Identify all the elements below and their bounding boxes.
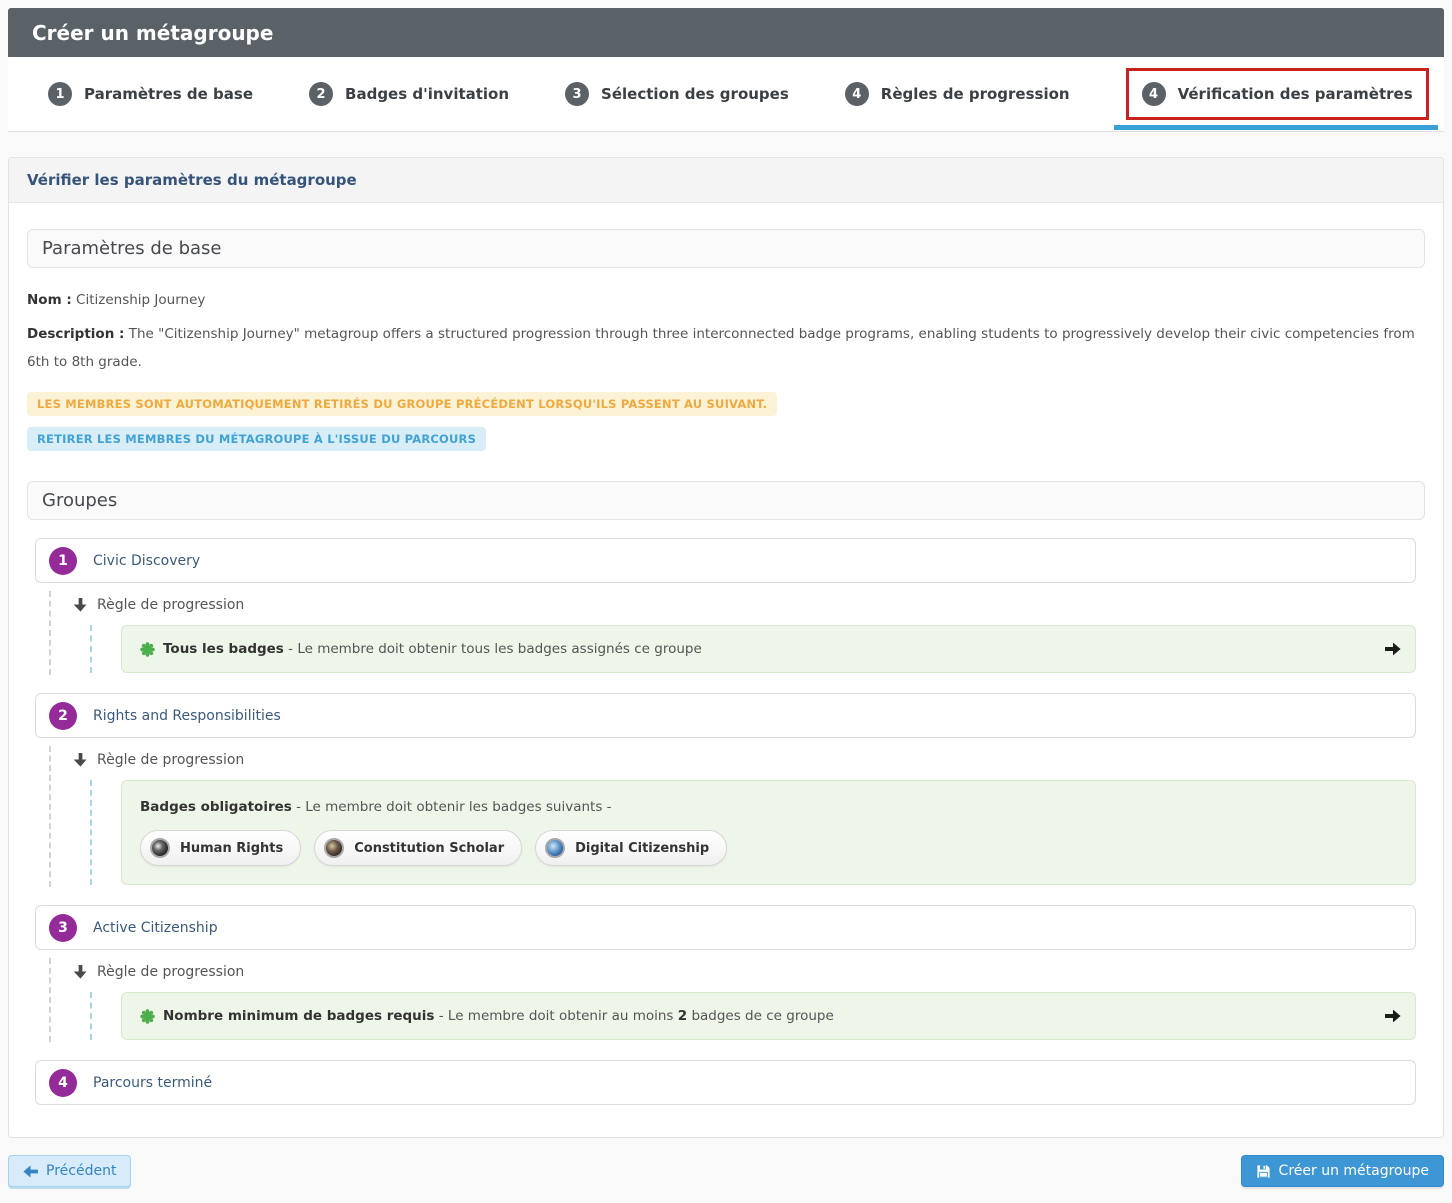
- rule-block: Règle de progression Badges obligatoires…: [49, 738, 1425, 887]
- rule-min-count: 2: [677, 1008, 688, 1024]
- rule-text-suffix: badges de ce groupe: [687, 1008, 834, 1024]
- group-number-badge: 1: [49, 546, 77, 575]
- step-number-badge: 4: [844, 82, 869, 106]
- badge-pill-human-rights: Human Rights: [140, 830, 302, 866]
- window-title: Créer un métagroupe: [8, 8, 1444, 57]
- step-number-badge: 3: [565, 82, 590, 106]
- step-selection-des-groupes[interactable]: 3 Sélection des groupes: [565, 82, 789, 106]
- rule-body: Nombre minimum de badges requis - Le mem…: [90, 992, 1416, 1040]
- description-value: The "Citizenship Journey" metagroup offe…: [27, 326, 1415, 370]
- arrow-left-icon: [23, 1165, 38, 1178]
- step-verification-des-parametres-active-highlight[interactable]: 4 Vérification des paramètres: [1113, 68, 1438, 130]
- page-title: Créer un métagroupe: [32, 20, 274, 45]
- group-name: Active Citizenship: [93, 919, 218, 936]
- step-label: Vérification des paramètres: [1177, 85, 1413, 103]
- arrow-right-icon[interactable]: [1385, 642, 1401, 656]
- group-row-active-citizenship[interactable]: 3 Active Citizenship: [35, 905, 1416, 950]
- previous-button[interactable]: Précédent: [8, 1155, 132, 1187]
- step-regles-de-progression[interactable]: 4 Règles de progression: [844, 82, 1070, 106]
- step-badges-invitation[interactable]: 2 Badges d'invitation: [309, 82, 509, 106]
- create-metagroup-button-label: Créer un métagroupe: [1278, 1163, 1429, 1179]
- rule-title: Badges obligatoires: [140, 799, 292, 815]
- group-number-badge: 4: [49, 1068, 77, 1097]
- remove-members-info-badge: RETIRER LES MEMBRES DU MÉTAGROUPE À L'IS…: [27, 427, 487, 451]
- wizard-steps: 1 Paramètres de base 2 Badges d'invitati…: [8, 57, 1444, 132]
- section-title-parametres-de-base: Paramètres de base: [27, 229, 1425, 268]
- rule-text: - Le membre doit obtenir tous les badges…: [288, 641, 702, 657]
- name-row: Nom : Citizenship Journey: [27, 292, 1425, 308]
- step-label: Badges d'invitation: [345, 85, 510, 103]
- rule-box-nombre-minimum[interactable]: Nombre minimum de badges requis - Le mem…: [121, 992, 1416, 1040]
- badge-pill-label: Constitution Scholar: [354, 840, 505, 856]
- arrow-down-icon: [74, 598, 87, 612]
- rule-header-label: Règle de progression: [97, 964, 245, 980]
- badge-image-icon: [150, 838, 170, 858]
- rule-block: Règle de progression Nombre minimum de b…: [49, 950, 1425, 1042]
- group-number-badge: 2: [49, 701, 77, 730]
- group-row-parcours-termine[interactable]: 4 Parcours terminé: [35, 1060, 1416, 1105]
- step-label: Sélection des groupes: [601, 85, 789, 103]
- rule-header-label: Règle de progression: [97, 752, 245, 768]
- rule-text: - Le membre doit obtenir les badges suiv…: [296, 799, 612, 815]
- rule-header: Règle de progression: [74, 597, 1425, 613]
- arrow-down-icon: [74, 965, 87, 979]
- create-metagroup-button[interactable]: Créer un métagroupe: [1240, 1155, 1444, 1187]
- name-value: Citizenship Journey: [76, 292, 206, 308]
- rule-box-tous-les-badges[interactable]: Tous les badges - Le membre doit obtenir…: [121, 625, 1416, 673]
- step-label: Règles de progression: [880, 85, 1070, 103]
- group-name: Civic Discovery: [93, 552, 201, 569]
- auto-removal-warning-badge: LES MEMBRES SONT AUTOMATIQUEMENT RETIRÉS…: [27, 392, 778, 416]
- name-label: Nom :: [27, 292, 72, 308]
- panel-body: Paramètres de base Nom : Citizenship Jou…: [9, 203, 1443, 1137]
- group-number-badge: 3: [49, 913, 77, 942]
- group-row-civic-discovery[interactable]: 1 Civic Discovery: [35, 538, 1416, 583]
- badge-pill-label: Human Rights: [180, 840, 284, 856]
- rule-header-label: Règle de progression: [97, 597, 245, 613]
- rule-box-badges-obligatoires: Badges obligatoires - Le membre doit obt…: [121, 780, 1416, 885]
- group-row-rights-and-responsibilities[interactable]: 2 Rights and Responsibilities: [35, 693, 1416, 738]
- footer-actions: Précédent Créer un métagroupe: [8, 1155, 1444, 1187]
- rule-block: Règle de progression Tous les badges - L…: [49, 583, 1425, 675]
- arrow-right-icon[interactable]: [1385, 1009, 1401, 1023]
- badge-seal-icon: [140, 1008, 155, 1024]
- badge-image-icon: [324, 838, 345, 858]
- badge-seal-icon: [140, 641, 155, 657]
- rule-header: Règle de progression: [74, 752, 1425, 768]
- rule-title: Nombre minimum de badges requis: [163, 1008, 435, 1024]
- required-badges-list: Human Rights Constitution Scholar Digita…: [140, 830, 1397, 866]
- step-parametres-de-base[interactable]: 1 Paramètres de base: [48, 82, 253, 106]
- rule-text-prefix: - Le membre doit obtenir au moins: [438, 1008, 678, 1024]
- rule-header: Règle de progression: [74, 964, 1425, 980]
- step-number-badge: 2: [309, 82, 334, 106]
- section-title-groupes: Groupes: [27, 481, 1425, 520]
- group-name: Parcours terminé: [93, 1074, 213, 1091]
- verification-panel: Vérifier les paramètres du métagroupe Pa…: [8, 157, 1444, 1138]
- step-label: Paramètres de base: [84, 85, 254, 103]
- step-number-badge: 1: [48, 82, 72, 106]
- badge-pill-constitution-scholar: Constitution Scholar: [314, 830, 523, 866]
- save-floppy-icon: [1256, 1164, 1271, 1179]
- group-name: Rights and Responsibilities: [93, 707, 281, 724]
- description-label: Description :: [27, 326, 125, 342]
- panel-heading: Vérifier les paramètres du métagroupe: [9, 158, 1443, 203]
- rule-title: Tous les badges: [163, 641, 284, 657]
- badge-image-icon: [545, 838, 566, 858]
- previous-button-label: Précédent: [46, 1163, 117, 1179]
- arrow-down-icon: [74, 753, 87, 767]
- badge-pill-digital-citizenship: Digital Citizenship: [535, 830, 728, 866]
- rule-body: Badges obligatoires - Le membre doit obt…: [90, 780, 1416, 885]
- step-number-badge: 4: [1141, 82, 1166, 106]
- badge-pill-label: Digital Citizenship: [575, 840, 710, 856]
- description-row: Description : The "Citizenship Journey" …: [27, 320, 1425, 376]
- rule-body: Tous les badges - Le membre doit obtenir…: [90, 625, 1416, 673]
